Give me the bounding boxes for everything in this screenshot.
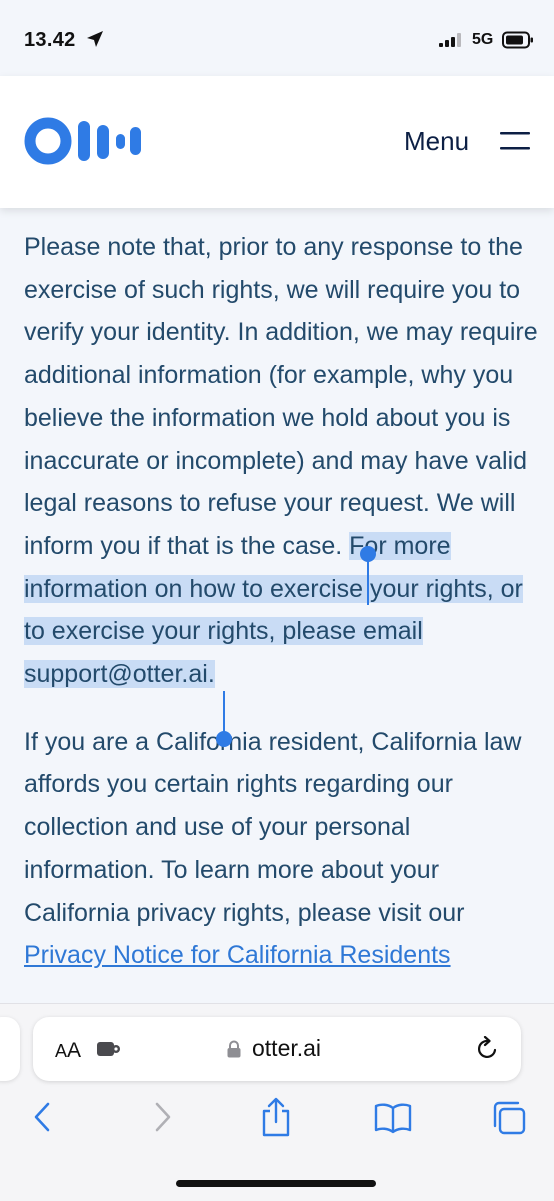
forward-icon[interactable] xyxy=(152,1102,172,1132)
battery-icon xyxy=(502,31,533,49)
share-icon[interactable] xyxy=(260,1097,292,1137)
paragraph-text: If you are a California resident, Califo… xyxy=(24,727,522,927)
reader-settings-button[interactable]: AA xyxy=(55,1039,81,1063)
selection-start-knob[interactable] xyxy=(360,546,376,562)
menu-label[interactable]: Menu xyxy=(404,126,469,157)
tabs-icon[interactable] xyxy=(491,1100,527,1136)
extension-icon[interactable] xyxy=(96,1040,122,1058)
paragraph-rights: Please note that, prior to any response … xyxy=(24,226,539,696)
hamburger-icon[interactable] xyxy=(500,130,530,152)
paragraph-text: Please note that, prior to any response … xyxy=(24,233,538,560)
paragraph-california: If you are a California resident, Califo… xyxy=(24,721,539,977)
home-indicator xyxy=(176,1180,376,1187)
status-bar: 13.42 5G xyxy=(0,0,554,76)
article-content: Please note that, prior to any response … xyxy=(24,226,539,977)
safari-toolbar: AA otter.ai xyxy=(0,1003,554,1201)
bookmarks-icon[interactable] xyxy=(374,1102,412,1134)
signal-icon xyxy=(439,33,461,47)
selection-end-knob[interactable] xyxy=(216,731,232,747)
previous-tab-card[interactable] xyxy=(0,1017,20,1081)
site-header: Menu xyxy=(0,76,554,208)
lock-icon xyxy=(227,1040,241,1058)
california-privacy-link[interactable]: Privacy Notice for California Residents xyxy=(24,941,451,969)
address-bar[interactable]: AA otter.ai xyxy=(33,1017,521,1081)
reload-icon[interactable] xyxy=(476,1036,500,1062)
location-arrow-icon xyxy=(87,31,103,47)
back-icon[interactable] xyxy=(33,1102,53,1132)
selection-start-handle[interactable] xyxy=(367,555,369,605)
status-time: 13.42 xyxy=(24,29,76,51)
otter-logo[interactable] xyxy=(24,117,144,165)
network-type: 5G xyxy=(472,31,494,48)
url-text[interactable]: otter.ai xyxy=(252,1035,321,1062)
